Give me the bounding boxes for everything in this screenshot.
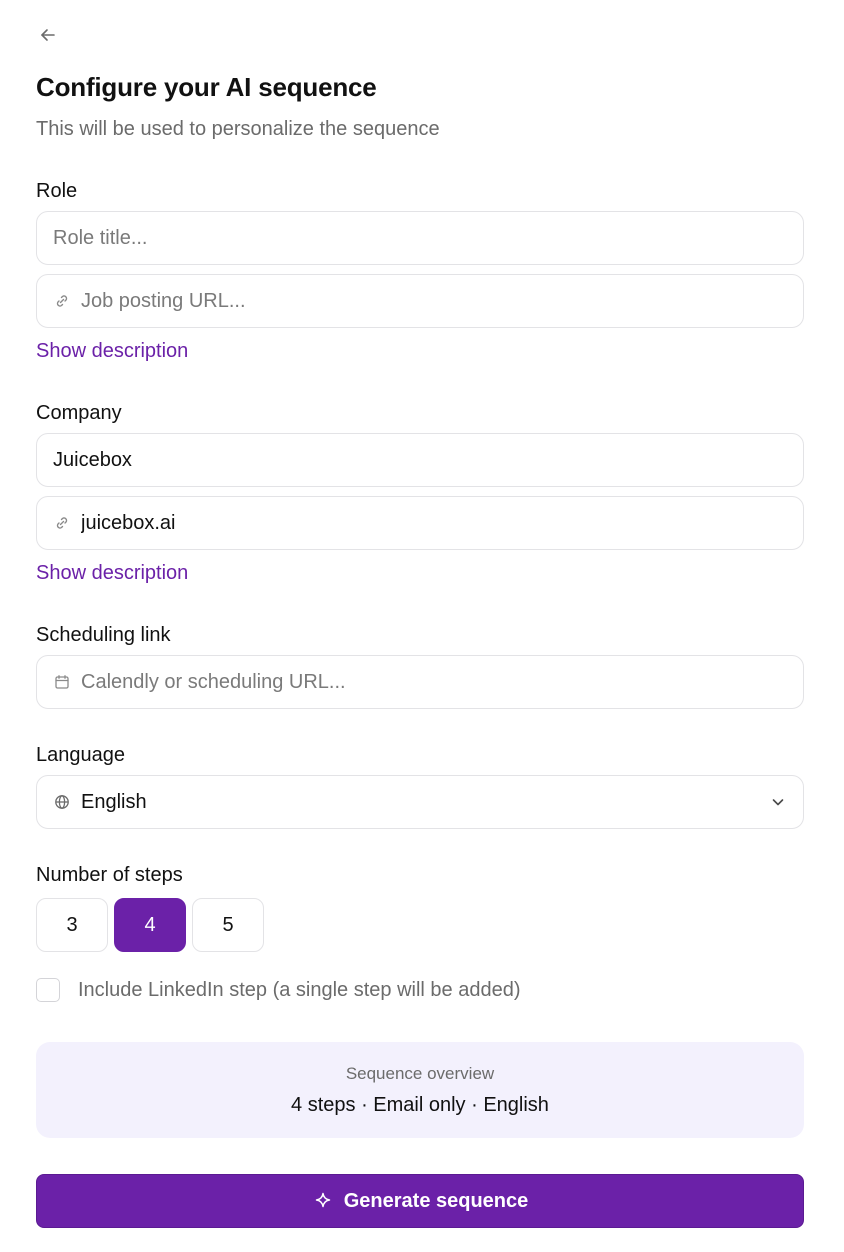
linkedin-step-checkbox[interactable] (36, 978, 60, 1002)
linkedin-step-row: Include LinkedIn step (a single step wil… (36, 978, 521, 1002)
company-show-description-link[interactable]: Show description (36, 562, 188, 585)
chevron-down-icon (769, 793, 787, 811)
step-option-5[interactable]: 5 (192, 898, 264, 952)
overview-summary: 4 steps · Email only · English (291, 1093, 549, 1116)
page-subtitle: This will be used to personalize the seq… (36, 118, 440, 140)
company-label: Company (36, 402, 122, 424)
language-selected-value: English (81, 790, 147, 813)
role-label: Role (36, 180, 78, 202)
globe-icon (53, 793, 71, 811)
scheduling-label: Scheduling link (36, 624, 171, 646)
role-title-input[interactable] (53, 212, 787, 264)
scheduling-url-field[interactable] (36, 655, 804, 709)
language-select[interactable]: English (36, 775, 804, 829)
steps-selector: 3 4 5 (36, 898, 264, 952)
company-url-input[interactable] (81, 497, 787, 549)
configure-sequence-page: Configure your AI sequence This will be … (0, 0, 844, 1252)
step-option-4[interactable]: 4 (114, 898, 186, 952)
company-url-field[interactable] (36, 496, 804, 550)
link-icon (53, 292, 71, 310)
sparkle-icon (312, 1190, 334, 1212)
calendar-icon (53, 673, 71, 691)
company-name-field[interactable] (36, 433, 804, 487)
role-title-field[interactable] (36, 211, 804, 265)
overview-title: Sequence overview (345, 1063, 495, 1083)
arrow-left-icon (38, 25, 58, 50)
link-icon (53, 514, 71, 532)
job-posting-url-field[interactable] (36, 274, 804, 328)
generate-sequence-button[interactable]: Generate sequence (36, 1174, 804, 1228)
company-name-input[interactable] (53, 434, 787, 486)
steps-label: Number of steps (36, 864, 183, 886)
linkedin-step-label[interactable]: Include LinkedIn step (a single step wil… (78, 979, 521, 1002)
sequence-overview-card: Sequence overview 4 steps · Email only ·… (36, 1042, 804, 1138)
step-option-3[interactable]: 3 (36, 898, 108, 952)
scheduling-url-input[interactable] (81, 656, 787, 708)
role-show-description-link[interactable]: Show description (36, 340, 188, 363)
language-label: Language (36, 744, 125, 766)
back-button[interactable] (34, 24, 62, 50)
page-title: Configure your AI sequence (36, 72, 377, 102)
generate-sequence-label: Generate sequence (343, 1189, 529, 1212)
job-posting-url-input[interactable] (81, 275, 787, 327)
